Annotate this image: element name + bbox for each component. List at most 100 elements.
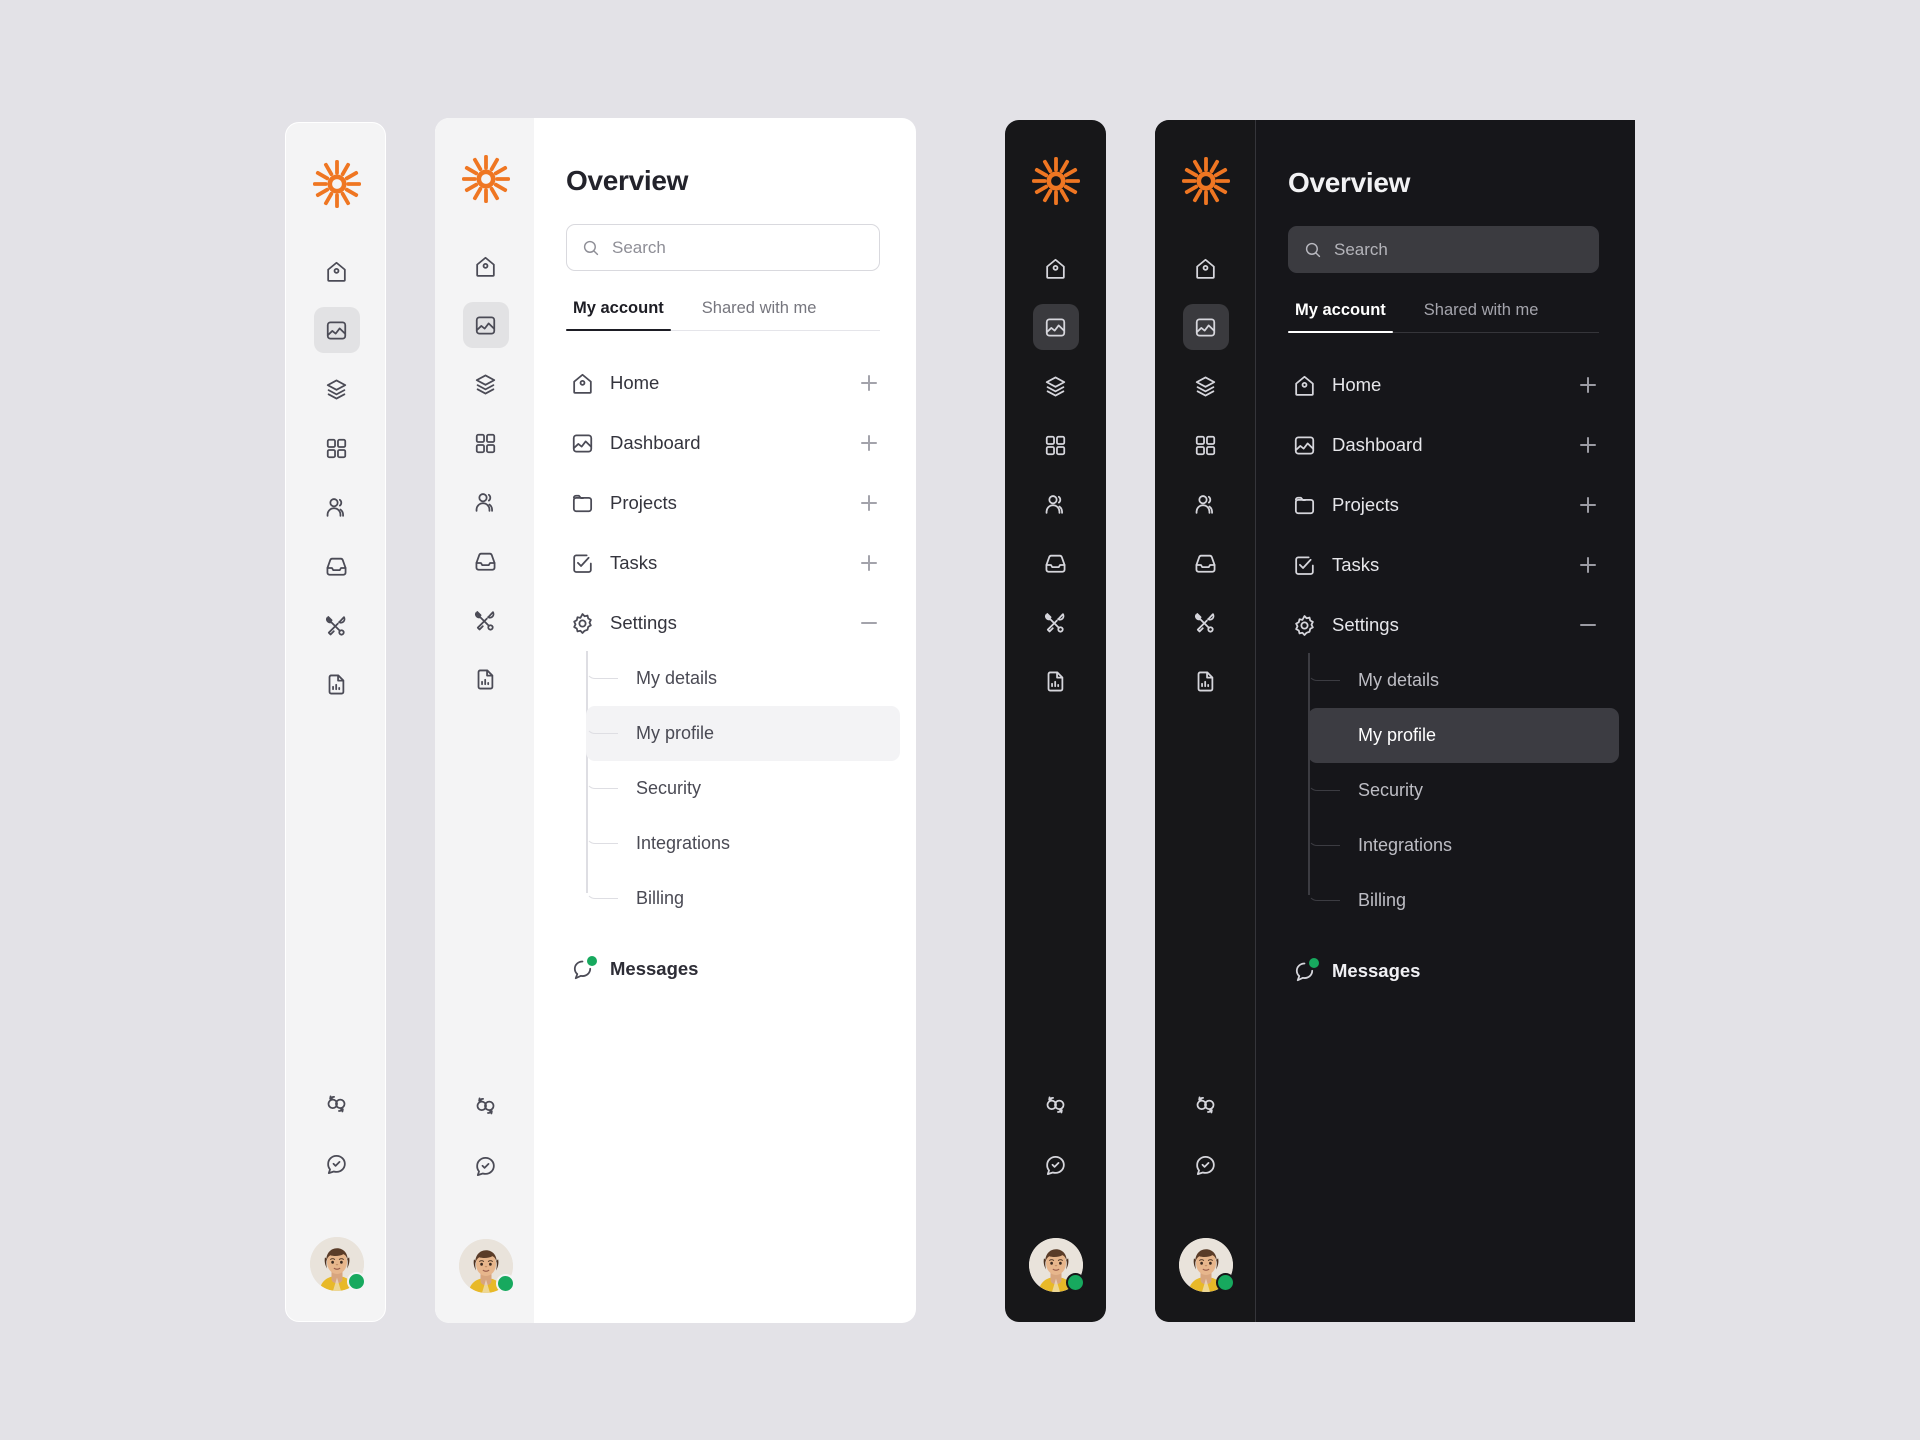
search-placeholder: Search	[612, 237, 666, 257]
search-input[interactable]: Search	[1288, 226, 1599, 273]
sub-item-my-profile[interactable]: My profile	[586, 706, 900, 761]
rail-item-layers[interactable]	[314, 366, 360, 412]
tab-my-account[interactable]: My account	[1288, 301, 1393, 333]
rail-item-transfer[interactable]	[463, 1083, 509, 1129]
rail-item-dashboard[interactable]	[1182, 304, 1229, 350]
rail-item-tools[interactable]	[1183, 599, 1229, 645]
sub-item-my-profile[interactable]: My profile	[1308, 708, 1619, 763]
rail-item-transfer[interactable]	[1033, 1082, 1079, 1128]
menu-item-tasks[interactable]: Tasks	[1288, 535, 1599, 595]
sub-item-integrations[interactable]: Integrations	[1308, 818, 1599, 873]
rail-item-reports[interactable]	[463, 656, 509, 702]
avatar[interactable]	[309, 1237, 366, 1291]
rail-item-inbox[interactable]	[1183, 540, 1229, 586]
rail-item-grid[interactable]	[1183, 422, 1229, 468]
rail-item-support[interactable]	[1033, 1142, 1079, 1188]
sub-item-billing[interactable]: Billing	[1308, 873, 1599, 928]
menu-item-dashboard[interactable]: Dashboard	[566, 413, 880, 473]
tab-shared-with-me[interactable]: Shared with me	[695, 299, 824, 330]
unread-indicator	[1309, 957, 1319, 968]
menu-item-projects[interactable]: Projects	[566, 473, 880, 533]
expand-tasks-button[interactable]	[1577, 554, 1599, 576]
sub-item-my-details[interactable]: My details	[1308, 653, 1599, 708]
rail-item-support[interactable]	[1183, 1142, 1229, 1188]
menu-item-messages[interactable]: Messages	[1288, 945, 1599, 997]
tab-my-account[interactable]: My account	[566, 299, 671, 331]
menu-item-messages[interactable]: Messages	[566, 943, 880, 995]
rail-bottom-group	[1005, 1082, 1106, 1292]
transfer-circles-icon	[1196, 1095, 1215, 1113]
search-input[interactable]: Search	[566, 224, 880, 271]
rail-item-grid[interactable]	[1033, 422, 1079, 468]
sunburst-logo-icon[interactable]	[1180, 155, 1232, 207]
tree-elbow	[1308, 763, 1340, 791]
menu-item-label: Dashboard	[610, 432, 701, 453]
menu-item-tasks[interactable]: Tasks	[566, 533, 880, 593]
rail-item-reports[interactable]	[1183, 658, 1229, 704]
menu-item-projects[interactable]: Projects	[1288, 475, 1599, 535]
avatar[interactable]	[1178, 1238, 1235, 1292]
rail-item-dashboard[interactable]	[462, 302, 509, 348]
rail-item-reports[interactable]	[314, 661, 360, 707]
sub-item-security[interactable]: Security	[1308, 763, 1599, 818]
sub-item-security[interactable]: Security	[586, 761, 880, 816]
rail-item-home[interactable]	[1033, 245, 1079, 291]
rail-item-dashboard[interactable]	[313, 307, 360, 353]
menu-item-home[interactable]: Home	[566, 353, 880, 413]
tab-shared-with-me[interactable]: Shared with me	[1417, 301, 1546, 332]
expand-home-button[interactable]	[1577, 374, 1599, 396]
avatar[interactable]	[458, 1239, 515, 1293]
rail-item-inbox[interactable]	[463, 538, 509, 584]
sub-item-billing[interactable]: Billing	[586, 871, 880, 926]
rail-item-support[interactable]	[463, 1143, 509, 1189]
menu-item-label: Home	[1332, 374, 1382, 395]
rail-item-home[interactable]	[463, 243, 509, 289]
menu-item-settings[interactable]: Settings	[566, 593, 880, 653]
rail-item-tools[interactable]	[1033, 599, 1079, 645]
rail-item-grid[interactable]	[463, 420, 509, 466]
rail-item-grid[interactable]	[314, 425, 360, 471]
rail-item-users[interactable]	[1033, 481, 1079, 527]
panel-light-rail	[285, 122, 386, 1322]
dashboard-image-icon	[1294, 435, 1315, 455]
rail-item-tools[interactable]	[463, 597, 509, 643]
collapse-settings-button[interactable]	[858, 612, 880, 634]
expand-tasks-button[interactable]	[858, 552, 880, 574]
sub-item-my-details[interactable]: My details	[586, 651, 880, 706]
sub-item-label: Security	[1358, 780, 1424, 800]
avatar[interactable]	[1028, 1238, 1085, 1292]
rail-item-layers[interactable]	[463, 361, 509, 407]
expand-projects-button[interactable]	[858, 492, 880, 514]
sunburst-logo-icon[interactable]	[1030, 155, 1082, 207]
rail-item-inbox[interactable]	[314, 543, 360, 589]
sub-item-integrations[interactable]: Integrations	[586, 816, 880, 871]
rail-nav-group	[462, 243, 509, 702]
expand-projects-button[interactable]	[1577, 494, 1599, 516]
sunburst-logo-icon[interactable]	[460, 153, 512, 205]
rail-item-transfer[interactable]	[1183, 1082, 1229, 1128]
rail-item-tools[interactable]	[314, 602, 360, 648]
menu-item-home[interactable]: Home	[1288, 355, 1599, 415]
rail-item-transfer[interactable]	[314, 1081, 360, 1127]
sunburst-logo-icon[interactable]	[311, 158, 363, 210]
transfer-circles-icon	[327, 1094, 346, 1112]
rail-item-users[interactable]	[463, 479, 509, 525]
expand-home-button[interactable]	[858, 372, 880, 394]
menu-item-settings[interactable]: Settings	[1288, 595, 1599, 655]
expand-dashboard-button[interactable]	[1577, 434, 1599, 456]
rail-item-dashboard[interactable]	[1032, 304, 1079, 350]
rail-item-home[interactable]	[314, 248, 360, 294]
collapse-settings-button[interactable]	[1577, 614, 1599, 636]
menu-item-dashboard[interactable]: Dashboard	[1288, 415, 1599, 475]
expand-dashboard-button[interactable]	[858, 432, 880, 454]
rail-item-layers[interactable]	[1033, 363, 1079, 409]
rail-item-home[interactable]	[1183, 245, 1229, 291]
rail-item-inbox[interactable]	[1033, 540, 1079, 586]
sub-item-label: Billing	[1358, 890, 1407, 910]
rail-item-support[interactable]	[314, 1141, 360, 1187]
rail-item-layers[interactable]	[1183, 363, 1229, 409]
rail-item-reports[interactable]	[1033, 658, 1079, 704]
menu-item-label: Messages	[610, 958, 699, 979]
rail-item-users[interactable]	[314, 484, 360, 530]
rail-item-users[interactable]	[1183, 481, 1229, 527]
